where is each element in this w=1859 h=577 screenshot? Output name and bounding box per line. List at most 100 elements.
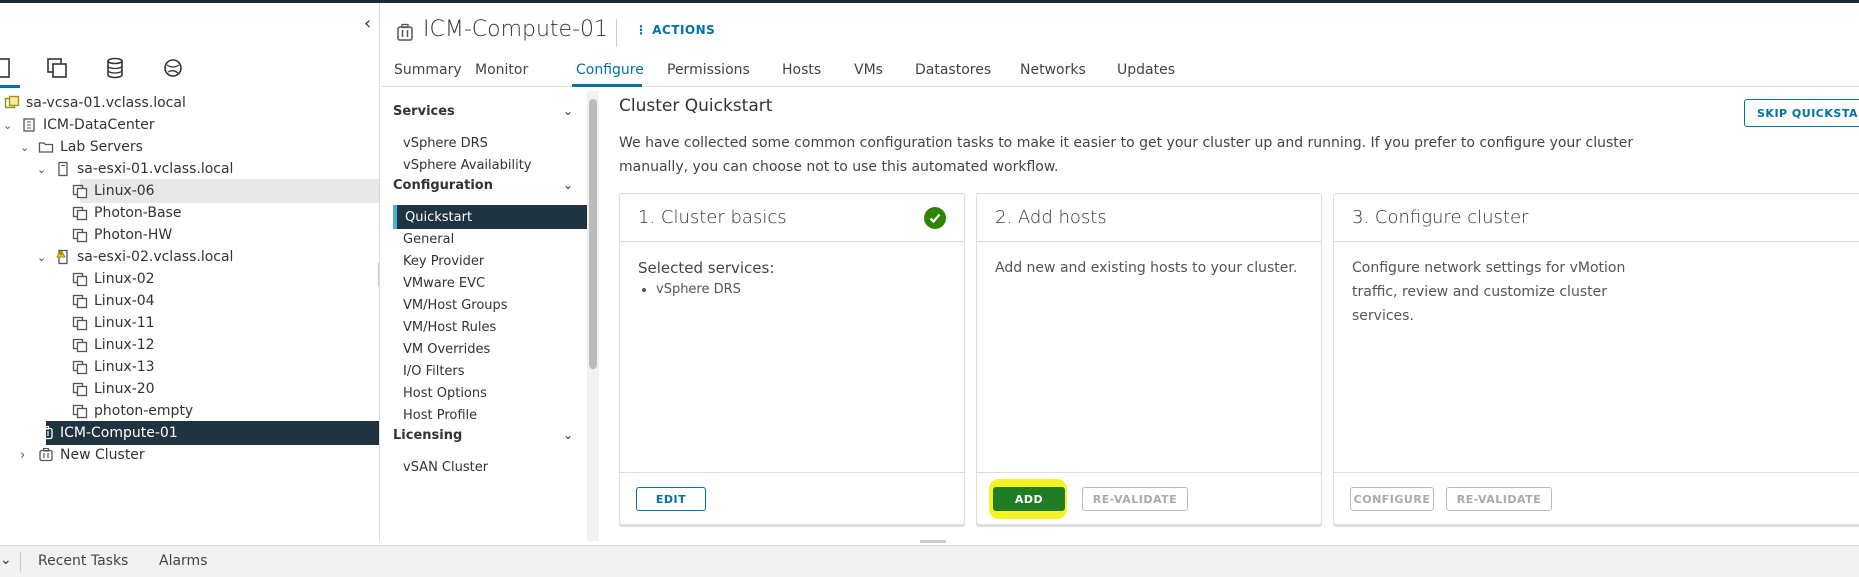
actions-label: ACTIONS [652, 23, 716, 37]
collapse-navigator-icon[interactable]: ‹ [364, 13, 371, 34]
tree-item-label: Linux-12 [94, 337, 155, 353]
tree-item-linux-02[interactable]: Linux-02 [0, 267, 379, 291]
chevron-down-icon[interactable]: ⌄ [3, 119, 12, 132]
vm-icon [72, 315, 88, 331]
card-header: 1. Cluster basics [620, 194, 964, 242]
host-icon [55, 161, 71, 177]
vms-templates-tab[interactable] [42, 53, 72, 83]
configure-button[interactable]: CONFIGURE [1350, 487, 1434, 511]
tree-item-linux-06[interactable]: Linux-06 [72, 179, 379, 203]
storage-tab[interactable] [100, 53, 130, 83]
card-title: 1. Cluster basics [638, 207, 787, 228]
tree-item-photon-base[interactable]: Photon-Base [0, 201, 379, 225]
subnav-item-key-provider[interactable]: Key Provider [393, 249, 588, 273]
globe-icon [164, 59, 182, 77]
subnav-item-vmware-evc[interactable]: VMware EVC [393, 271, 588, 295]
card-footer: CONFIGURE RE-VALIDATE [1334, 472, 1859, 524]
bottom-panel-resize-handle[interactable] [920, 540, 946, 543]
skip-quickstart-button[interactable]: SKIP QUICKSTART [1744, 99, 1859, 127]
tree-item-sa-esxi-01-vclass-local[interactable]: ⌄ sa-esxi-01.vclass.local [0, 157, 379, 181]
subnav-item-vm-host-groups[interactable]: VM/Host Groups [393, 293, 588, 317]
quickstart-title: Cluster Quickstart [619, 96, 773, 116]
cluster-icon [397, 23, 413, 41]
services-section-header[interactable]: Services ⌄ [393, 104, 583, 124]
chevron-down-icon: ⌄ [562, 104, 573, 118]
subnav-item-io-filters[interactable]: I/O Filters [393, 359, 588, 383]
tree-item-label: photon-empty [94, 403, 194, 419]
tree-item-label: Photon-Base [94, 205, 182, 221]
subnav-item-vsphere-availability[interactable]: vSphere Availability [393, 153, 588, 177]
tab-configure[interactable]: Configure [576, 62, 644, 78]
vm-icon [72, 271, 88, 287]
configuration-header-label: Configuration [393, 178, 493, 193]
hosts-clusters-tab[interactable] [0, 53, 18, 83]
chevron-down-icon[interactable]: ⌄ [37, 251, 46, 264]
chevron-right-icon[interactable]: › [20, 448, 25, 463]
tab-updates[interactable]: Updates [1117, 62, 1175, 78]
tree-item-sa-esxi-02-vclass-local[interactable]: ⌄ sa-esxi-02.vclass.local [0, 245, 379, 269]
tree-item-label: sa-esxi-01.vclass.local [77, 161, 234, 177]
vertical-dots-icon: ⋮ [635, 23, 648, 37]
chevron-down-icon[interactable]: ⌄ [37, 163, 46, 176]
folder-icon [38, 139, 54, 155]
tree-item-lab-servers[interactable]: ⌄ Lab Servers [0, 135, 379, 159]
subnav-item-vsan-cluster[interactable]: vSAN Cluster [393, 455, 588, 479]
subnav-item-host-profile[interactable]: Host Profile [393, 403, 588, 427]
chevron-down-icon[interactable]: ⌄ [20, 141, 29, 154]
vm-icon [72, 381, 88, 397]
tab-summary[interactable]: Summary [394, 62, 462, 78]
tab-hosts[interactable]: Hosts [782, 62, 821, 78]
tree-item-linux-20[interactable]: Linux-20 [0, 377, 379, 401]
add-button[interactable]: ADD [993, 487, 1065, 511]
tree-item-sa-vcsa-01-vclass-local[interactable]: ⌄sa-vcsa-01.vclass.local [0, 91, 379, 115]
tree-item-icm-compute-01[interactable]: ICM-Compute-01 [39, 421, 379, 445]
tab-networks[interactable]: Networks [1020, 62, 1086, 78]
chevron-up-icon[interactable]: ⌄ [0, 552, 12, 568]
vm-icon [72, 205, 88, 221]
subnav-item-vm-host-rules[interactable]: VM/Host Rules [393, 315, 588, 339]
edit-button[interactable]: EDIT [636, 487, 706, 511]
tree-item-linux-04[interactable]: Linux-04 [0, 289, 379, 313]
cluster-icon [38, 447, 54, 463]
configuration-section-header[interactable]: Configuration ⌄ [393, 178, 583, 198]
tab-permissions[interactable]: Permissions [667, 62, 750, 78]
card-body: Selected services: vSphere DRS [638, 256, 946, 302]
subnav-item-quickstart[interactable]: Quickstart [393, 205, 588, 229]
tree-item-label: sa-vcsa-01.vclass.local [26, 95, 186, 111]
tree-item-label: Linux-04 [94, 293, 155, 309]
tab-datastores[interactable]: Datastores [915, 62, 991, 78]
tree-item-label: Lab Servers [60, 139, 143, 155]
tree-item-new-cluster[interactable]: › New Cluster [0, 443, 379, 467]
tab-vms[interactable]: VMs [854, 62, 883, 78]
subnav-item-vsphere-drs[interactable]: vSphere DRS [393, 131, 588, 155]
subnav-item-vm-overrides[interactable]: VM Overrides [393, 337, 588, 361]
networking-tab[interactable] [158, 53, 188, 83]
tree-item-photon-empty[interactable]: photon-empty [0, 399, 379, 423]
tree-item-photon-hw[interactable]: Photon-HW [0, 223, 379, 247]
card-title: 2. Add hosts [995, 207, 1107, 228]
revalidate-button[interactable]: RE-VALIDATE [1082, 487, 1188, 511]
list-item: vSphere DRS [656, 278, 946, 302]
tree-item-linux-12[interactable]: Linux-12 [0, 333, 379, 357]
licensing-header-label: Licensing [393, 428, 463, 443]
vms-templates-icon [47, 58, 67, 78]
subnav-scrollbar-thumb[interactable] [589, 99, 597, 369]
licensing-section-header[interactable]: Licensing ⌄ [393, 428, 583, 448]
alarms-tab[interactable]: Alarms [159, 553, 208, 569]
tab-monitor[interactable]: Monitor [475, 62, 528, 78]
card-description: Add new and existing hosts to your clust… [995, 260, 1298, 276]
vm-icon [72, 227, 88, 243]
chevron-down-icon: ⌄ [562, 178, 573, 192]
object-tabs: Summary Monitor Configure Permissions Ho… [381, 59, 1859, 87]
navigator-resize-handle[interactable] [378, 263, 379, 287]
recent-tasks-tab[interactable]: Recent Tasks [38, 553, 128, 569]
tree-item-linux-13[interactable]: Linux-13 [0, 355, 379, 379]
vm-icon [72, 337, 88, 353]
vm-icon [72, 183, 88, 199]
revalidate-button[interactable]: RE-VALIDATE [1446, 487, 1552, 511]
actions-menu[interactable]: ⋮ ACTIONS [635, 23, 715, 37]
subnav-item-host-options[interactable]: Host Options [393, 381, 588, 405]
tree-item-icm-datacenter[interactable]: ⌄ ICM-DataCenter [0, 113, 379, 137]
tree-item-linux-11[interactable]: Linux-11 [0, 311, 379, 335]
subnav-item-general[interactable]: General [393, 227, 588, 251]
